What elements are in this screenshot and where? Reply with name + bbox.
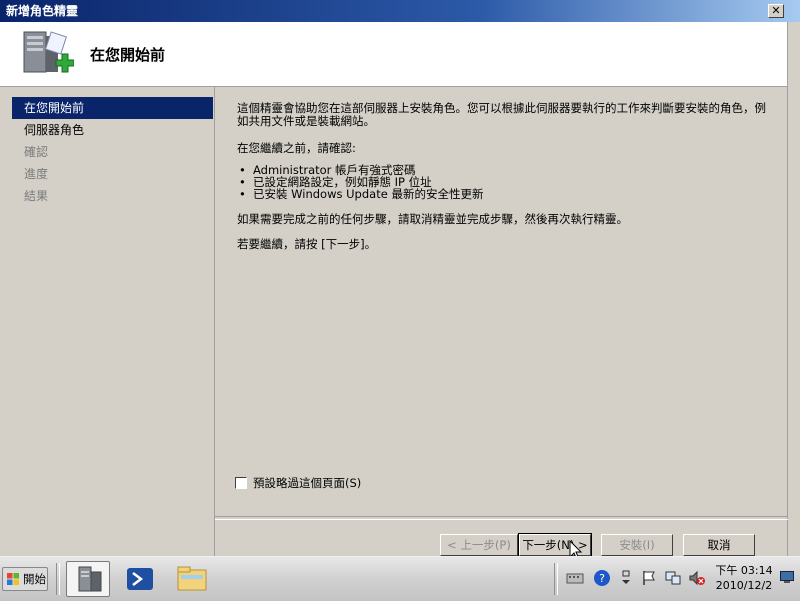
footer-divider [215,516,788,520]
taskbar-separator [56,563,60,595]
network-icon[interactable] [664,569,682,587]
skip-page-checkbox[interactable] [235,477,247,489]
install-button[interactable]: 安裝(I) [601,534,673,556]
step-confirmation: 確認 [24,145,49,159]
server-add-role-icon [23,31,74,73]
window-title: 新增角色精靈 [6,4,79,18]
wizard-steps-nav: 在您開始前 伺服器角色 確認 進度 結果 [12,97,213,556]
windows-logo-icon [7,573,19,585]
step-progress: 進度 [24,167,49,181]
skip-page-option[interactable]: 預設略過這個頁面(S) [235,475,361,491]
folder-icon [177,566,207,591]
title-bar[interactable]: 新增角色精靈 ✕ [0,0,800,22]
cancel-note: 如果需要完成之前的任何步驟，請取消精靈並完成步驟，然後再次執行精靈。 [237,212,628,226]
confirm-heading: 在您繼續之前，請確認: [237,141,356,155]
powershell-taskbar-button[interactable] [118,561,162,597]
keyboard-icon[interactable] [566,569,584,587]
intro-text: 這個精靈會協助您在這部伺服器上安裝角色。您可以根據此伺服器要執行的工作來判斷要安… [237,101,766,128]
system-clock[interactable]: 下午 03:14 2010/12/2 [712,563,776,593]
continue-note: 若要繼續，請按 [下一步]。 [237,237,377,251]
wizard-content: 這個精靈會協助您在這部伺服器上安裝角色。您可以根據此伺服器要執行的工作來判斷要安… [214,86,788,561]
start-label: 開始 [23,572,46,586]
clock-time: 下午 03:14 [715,564,773,577]
start-button[interactable]: 開始 [2,567,48,591]
action-center-flag-icon[interactable] [640,569,658,587]
add-roles-wizard-window: 新增角色精靈 ✕ 在您開始前 在您開始前 伺服器角色 確認 進度 結果 這個精靈… [0,0,800,561]
language-bar-options-icon[interactable] [618,569,636,587]
step-before-you-begin[interactable]: 在您開始前 [12,97,213,119]
cancel-button[interactable]: 取消 [683,534,755,556]
tray-separator [554,563,558,595]
step-server-roles[interactable]: 伺服器角色 [12,119,213,141]
window-edge [787,22,800,556]
wizard-header: 在您開始前 [0,22,787,87]
taskbar: 開始 ? 下午 03:14 2010/12/2 [0,556,800,601]
volume-muted-icon[interactable] [688,569,706,587]
help-icon[interactable]: ? [593,569,611,587]
prerequisite-list: Administrator 帳戶有強式密碼 已設定網路設定，例如靜態 IP 位址… [239,164,483,200]
powershell-icon [127,568,153,590]
page-title: 在您開始前 [90,46,166,64]
list-item: 已安裝 Windows Update 最新的安全性更新 [239,188,483,200]
clock-date: 2010/12/2 [715,579,773,592]
back-button[interactable]: < 上一步(P) [440,534,518,556]
step-results: 結果 [24,189,49,203]
show-desktop-icon[interactable] [780,571,794,583]
server-manager-taskbar-button[interactable] [66,561,110,597]
skip-page-label[interactable]: 預設略過這個頁面(S) [253,475,361,491]
explorer-taskbar-button[interactable] [170,561,214,597]
svg-text:?: ? [599,572,605,585]
server-manager-icon [78,566,102,592]
close-button[interactable]: ✕ [768,4,784,18]
